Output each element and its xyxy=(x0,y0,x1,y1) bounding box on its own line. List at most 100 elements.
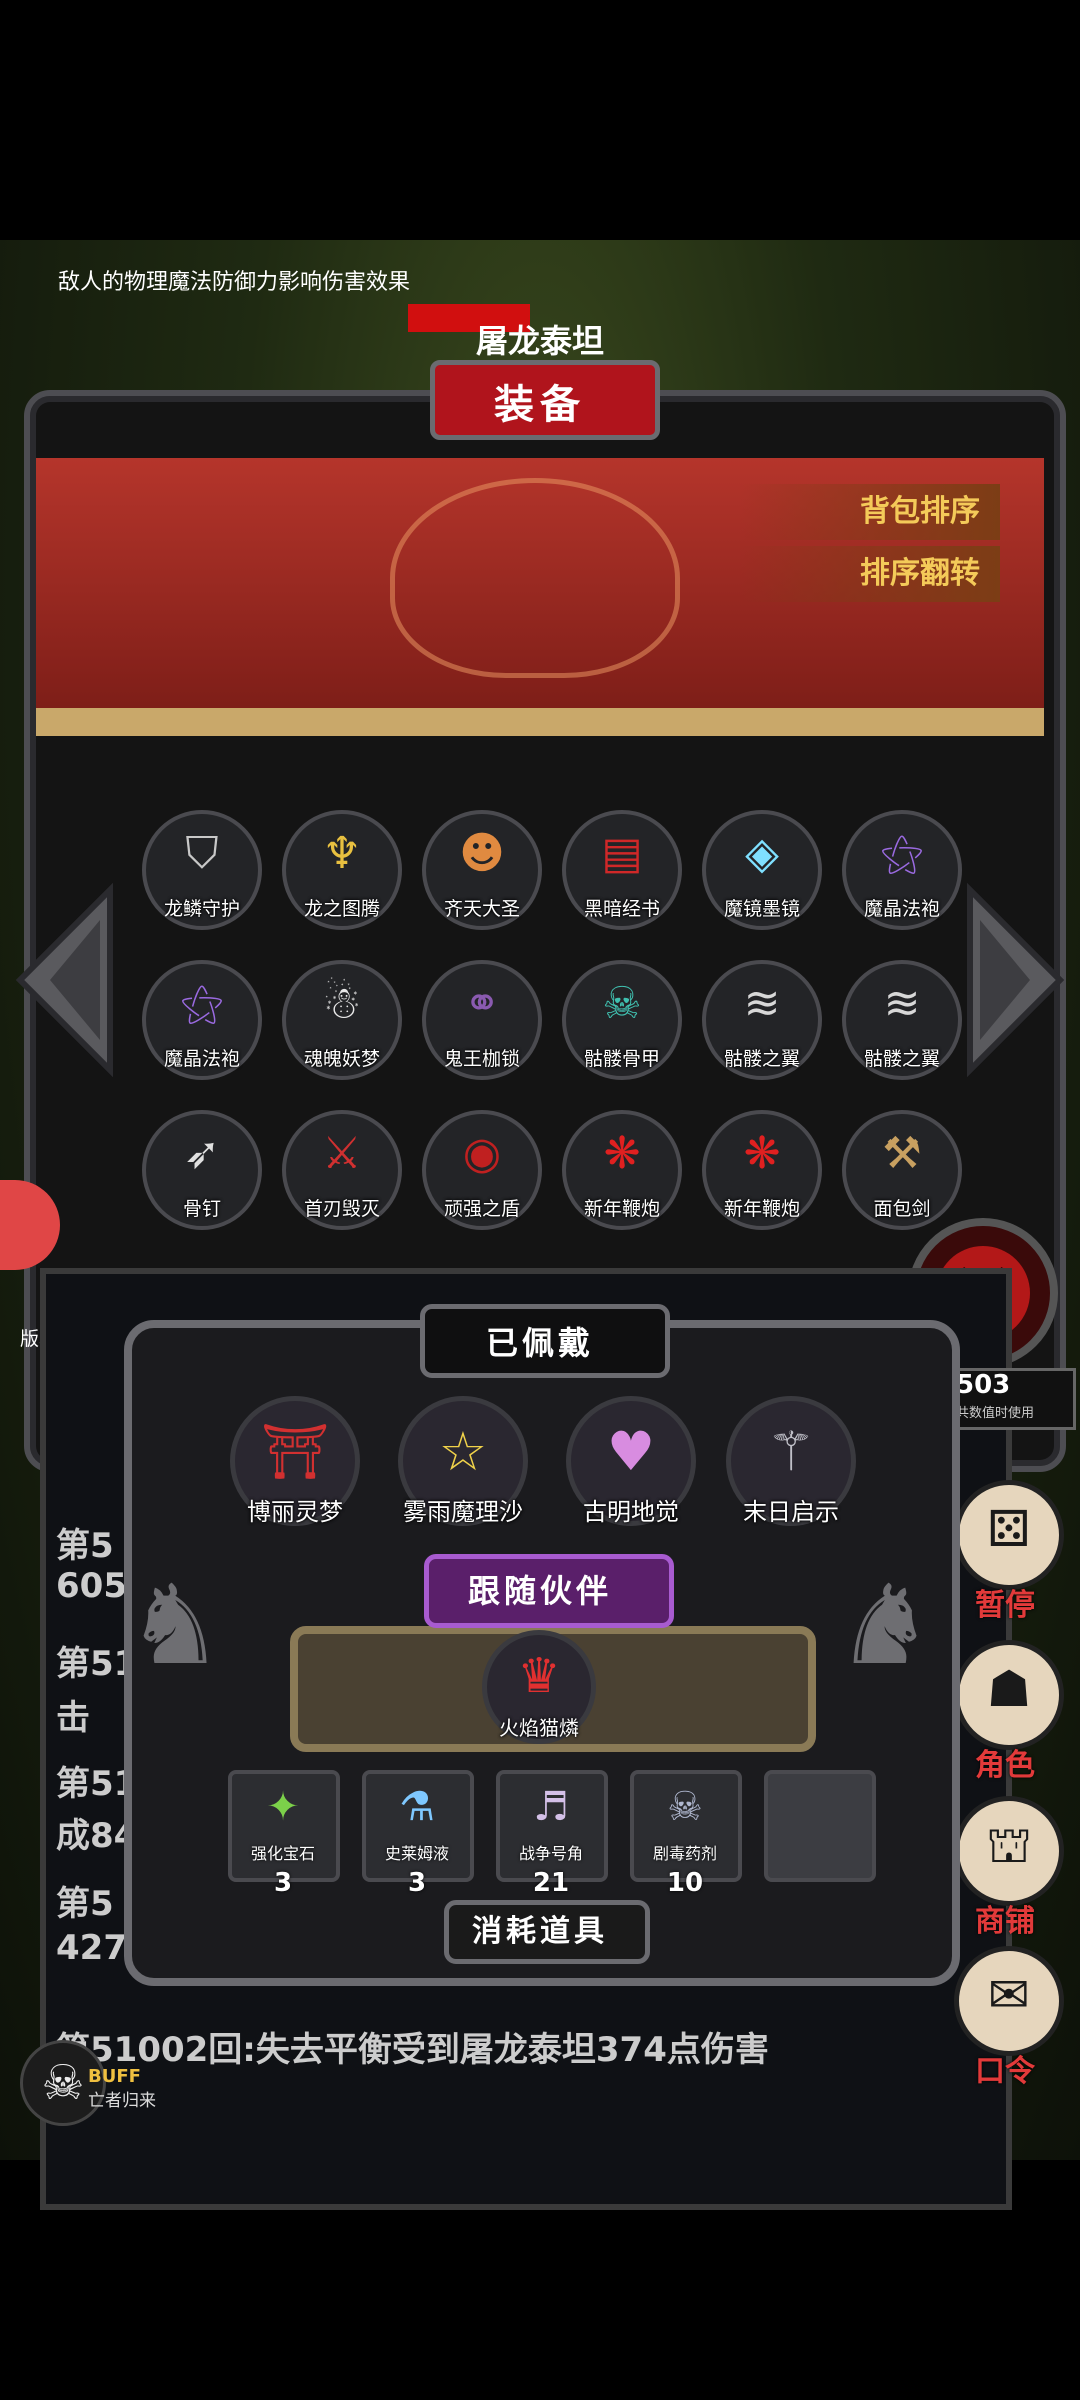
mirror-icon: ◈ xyxy=(745,828,779,879)
item-name: 魔镜墨镜 xyxy=(723,898,800,920)
item-name: 新年鞭炮 xyxy=(723,1198,800,1220)
monkey-icon: ☻ xyxy=(459,828,505,879)
wizard-icon: ⚝ xyxy=(180,978,224,1029)
consumable-count: 21 xyxy=(532,1868,570,1898)
consumable-slot[interactable]: ♬ 战争号角 21 xyxy=(496,1770,608,1898)
equipment-item[interactable]: ◈ 魔镜墨镜 xyxy=(702,810,822,930)
bone-wing-icon: ≋ xyxy=(743,978,781,1029)
firecracker-icon: ❋ xyxy=(603,1128,641,1179)
cat-girl-icon: ♛ xyxy=(517,1648,561,1704)
totem-icon: ♆ xyxy=(322,828,362,879)
shield-icon: ⛉ xyxy=(185,828,219,879)
consumable-slot[interactable]: ☠ 剧毒药剂 10 xyxy=(630,1770,742,1898)
dice-icon: ⚄ xyxy=(987,1500,1031,1558)
item-name: 黑暗经书 xyxy=(583,898,660,920)
consumable-slot[interactable]: ✦ 强化宝石 3 xyxy=(228,1770,340,1898)
equipped-character[interactable]: ♥ 古明地觉 xyxy=(566,1396,696,1546)
character-name: 古明地觉 xyxy=(583,1498,679,1526)
equipment-item[interactable]: ☠ 骷髅骨甲 xyxy=(562,960,682,1080)
skull-armor-icon: ☠ xyxy=(602,978,642,1029)
crossed-swords-emblem-icon xyxy=(390,478,680,678)
chain-icon: ⚭ xyxy=(463,978,501,1029)
consumable-slot[interactable]: ⚗ 史莱姆液 3 xyxy=(362,1770,474,1898)
consumable-frame xyxy=(764,1770,876,1882)
equipment-item[interactable]: ▤ 黑暗经书 xyxy=(562,810,682,930)
equipment-title: 装备 xyxy=(494,382,586,428)
equipment-item[interactable]: ☻ 齐天大圣 xyxy=(422,810,542,930)
equipment-item[interactable]: ⚔ 首刃毁灭 xyxy=(282,1110,402,1230)
spike-icon: ➶ xyxy=(183,1128,221,1179)
item-name: 骷髅之翼 xyxy=(863,1048,940,1070)
log-line: 第5 xyxy=(56,1526,114,1566)
equipped-character[interactable]: ⛩ 博丽灵梦 xyxy=(230,1396,360,1546)
hint-text: 敌人的物理魔法防御力影响伤害效果 xyxy=(58,270,411,295)
witch-icon: ☆ xyxy=(438,1420,488,1483)
wizard-icon: ⚝ xyxy=(880,828,924,879)
consumable-count: 3 xyxy=(273,1868,293,1898)
equipment-item[interactable]: ◉ 顽强之盾 xyxy=(422,1110,542,1230)
consumable-name: 史莱姆液 xyxy=(384,1844,449,1863)
character-name: 博丽灵梦 xyxy=(247,1498,343,1526)
gem-icon: ✦ xyxy=(266,1784,300,1830)
consumable-count: 10 xyxy=(666,1868,704,1898)
item-name: 骷髅骨甲 xyxy=(583,1048,660,1070)
item-name: 龙之图腾 xyxy=(303,898,380,920)
equipment-item[interactable]: ≋ 骷髅之翼 xyxy=(702,960,822,1080)
stat-number: 503 xyxy=(956,1370,1011,1400)
password-button[interactable]: ✉ 口令 xyxy=(950,1946,1064,2096)
equipment-item[interactable]: ➶ 骨钉 xyxy=(142,1110,262,1230)
item-name: 龙鳞守护 xyxy=(163,898,240,920)
buff-name: 亡者归来 xyxy=(88,2091,156,2111)
equipment-item[interactable]: ≋ 骷髅之翼 xyxy=(842,960,962,1080)
equipment-item[interactable]: ☃ 魂魄妖梦 xyxy=(282,960,402,1080)
previous-page-arrow-icon[interactable] xyxy=(10,880,120,1080)
horn-icon: ♬ xyxy=(533,1784,569,1830)
hood-icon: ☗ xyxy=(986,1660,1032,1718)
empty-consumable-slot[interactable] xyxy=(764,1770,876,1882)
reverse-sort-button[interactable]: 排序翻转 xyxy=(740,546,1000,602)
password-label: 口令 xyxy=(975,2054,1035,2089)
follower-name: 火焰猫燐 xyxy=(499,1716,579,1740)
log-line: 第51002回:失去平衡受到屠龙泰坦374点伤害 xyxy=(56,2030,769,2070)
item-name: 魔晶法袍 xyxy=(163,1048,240,1070)
equipment-item[interactable]: ♆ 龙之图腾 xyxy=(282,810,402,930)
character-name: 雾雨魔理沙 xyxy=(403,1498,523,1526)
item-name: 鬼王枷锁 xyxy=(443,1048,520,1070)
follower-character[interactable]: ♛ 火焰猫燐 xyxy=(482,1630,612,1780)
consumables-title: 消耗道具 xyxy=(472,1914,608,1949)
next-page-arrow-icon[interactable] xyxy=(960,880,1070,1080)
equipment-item[interactable]: ❋ 新年鞭炮 xyxy=(562,1110,682,1230)
equipment-item[interactable]: ⛉ 龙鳞守护 xyxy=(142,810,262,930)
consumable-name: 战争号角 xyxy=(518,1844,583,1863)
equipment-item[interactable]: ⚝ 魔晶法袍 xyxy=(842,810,962,930)
follower-title: 跟随伙伴 xyxy=(467,1572,612,1610)
firecracker-icon: ❋ xyxy=(743,1128,781,1179)
character-name: 末日启示 xyxy=(743,1498,839,1526)
item-name: 齐天大圣 xyxy=(443,898,520,920)
buff-label: BUFF xyxy=(88,2066,141,2087)
equipment-item[interactable]: ❋ 新年鞭炮 xyxy=(702,1110,822,1230)
shrine-maiden-icon: ⛩ xyxy=(260,1420,330,1483)
item-name: 面包剑 xyxy=(873,1198,931,1220)
equipped-character[interactable]: ☆ 雾雨魔理沙 xyxy=(398,1396,528,1546)
bone-wing-icon: ≋ xyxy=(883,978,921,1029)
equipped-character[interactable]: ⚚ 末日启示 xyxy=(726,1396,856,1546)
item-name: 魔晶法袍 xyxy=(863,898,940,920)
scepter-icon: ⚚ xyxy=(766,1420,816,1483)
item-name: 魂魄妖梦 xyxy=(303,1048,380,1070)
stat-note: 共数值时使用 xyxy=(956,1406,1035,1421)
equipment-item[interactable]: ⚭ 鬼王枷锁 xyxy=(422,960,542,1080)
item-name: 骷髅之翼 xyxy=(723,1048,800,1070)
item-name: 骨钉 xyxy=(182,1198,221,1220)
pink-hair-icon: ♥ xyxy=(606,1420,656,1483)
potion-icon: ⚗ xyxy=(399,1784,435,1830)
axe-icon: ⚔ xyxy=(322,1128,362,1179)
round-shield-icon: ◉ xyxy=(462,1128,502,1179)
consumable-name: 强化宝石 xyxy=(250,1844,315,1863)
equipment-item[interactable]: ⚝ 魔晶法袍 xyxy=(142,960,262,1080)
equipment-item[interactable]: ⚒ 面包剑 xyxy=(842,1110,962,1230)
poison-icon: ☠ xyxy=(667,1784,703,1830)
character-button[interactable]: ☗ 角色 xyxy=(950,1640,1064,1790)
sort-bag-button[interactable]: 背包排序 xyxy=(740,484,1000,540)
book-icon: ▤ xyxy=(601,828,643,879)
